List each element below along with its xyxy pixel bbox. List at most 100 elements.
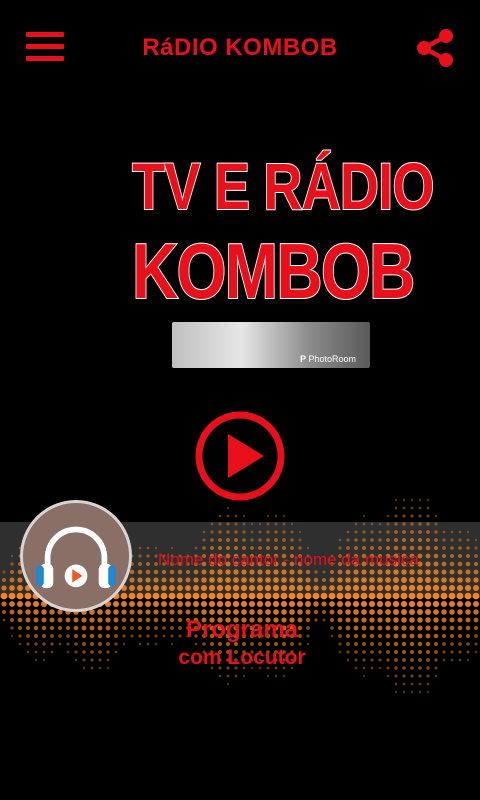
equalizer-dot: [138, 562, 142, 566]
equalizer-dot: [9, 569, 15, 575]
equalizer-dot: [401, 569, 407, 575]
equalizer-dot: [418, 498, 422, 502]
equalizer-dot: [1, 585, 7, 591]
play-button[interactable]: [194, 410, 286, 502]
equalizer-dot: [329, 585, 335, 591]
hamburger-menu-icon[interactable]: [26, 30, 64, 64]
equalizer-dot: [410, 658, 414, 662]
equalizer-dot: [394, 498, 398, 502]
equalizer-dot: [81, 617, 87, 623]
equalizer-dot: [264, 584, 272, 592]
equalizer-dot: [66, 634, 70, 638]
equalizer-dot: [265, 577, 271, 583]
equalizer-dot: [457, 625, 463, 631]
equalizer-dot: [177, 585, 183, 591]
equalizer-dot: [352, 584, 360, 592]
equalizer-dot: [426, 674, 430, 678]
equalizer-dot: [426, 682, 430, 686]
equalizer-dot: [385, 625, 391, 631]
equalizer-dot: [417, 609, 423, 615]
share-icon[interactable]: [414, 27, 456, 69]
equalizer-dot: [392, 592, 400, 600]
track-title: Nome do cantor - nome da musica: [158, 550, 419, 569]
equalizer-dot: [232, 592, 240, 600]
equalizer-dot: [457, 609, 463, 615]
equalizer-dot: [145, 569, 151, 575]
equalizer-dot: [298, 530, 302, 534]
equalizer-dot: [394, 682, 398, 686]
equalizer-dot: [410, 690, 414, 694]
equalizer-dot: [434, 538, 438, 542]
equalizer-dot: [418, 506, 422, 510]
equalizer-dot: [426, 658, 430, 662]
equalizer-dot: [442, 650, 446, 654]
equalizer-dot: [426, 530, 430, 534]
equalizer-dot: [1, 601, 7, 607]
equalizer-dot: [144, 592, 152, 600]
equalizer-dot: [208, 600, 216, 608]
equalizer-dot: [418, 514, 422, 518]
equalizer-dot: [394, 522, 398, 526]
equalizer-dot: [209, 577, 215, 583]
equalizer-dot: [225, 609, 231, 615]
equalizer-dot: [272, 592, 280, 600]
equalizer-dot: [465, 609, 471, 615]
equalizer-dot: [218, 538, 222, 542]
equalizer-dot: [217, 577, 223, 583]
equalizer-dot: [432, 592, 440, 600]
equalizer-dot: [226, 682, 230, 686]
equalizer-dot: [417, 641, 423, 647]
equalizer-dot: [136, 592, 144, 600]
equalizer-dot: [456, 584, 464, 592]
equalizer-dot: [202, 538, 206, 542]
equalizer-dot: [272, 600, 280, 608]
equalizer-dot: [82, 642, 86, 646]
equalizer-dot: [34, 634, 38, 638]
equalizer-dot: [201, 577, 207, 583]
equalizer-dot: [385, 577, 391, 583]
equalizer-dot: [432, 584, 440, 592]
equalizer-dot: [305, 569, 311, 575]
equalizer-dot: [161, 601, 167, 607]
equalizer-dot: [273, 577, 279, 583]
logo-watermark: P PhotoRoom: [300, 354, 356, 364]
equalizer-dot: [457, 553, 463, 559]
equalizer-dot: [321, 577, 327, 583]
equalizer-dot: [313, 585, 319, 591]
equalizer-dot: [194, 546, 198, 550]
equalizer-dot: [474, 554, 478, 558]
equalizer-dot: [50, 642, 54, 646]
equalizer-dot: [290, 530, 294, 534]
equalizer-dot: [417, 537, 423, 543]
equalizer-dot: [354, 530, 358, 534]
equalizer-dot: [0, 592, 8, 600]
equalizer-dot: [464, 584, 472, 592]
app-screen: RáDIO KOMBOB TV E RÁDIO KOMBOB P PhotoRo…: [0, 0, 480, 800]
equalizer-dot: [273, 569, 279, 575]
equalizer-dot: [450, 650, 454, 654]
equalizer-dot: [170, 546, 174, 550]
equalizer-dot: [297, 569, 303, 575]
equalizer-dot: [282, 530, 286, 534]
equalizer-dot: [393, 577, 399, 583]
equalizer-dot: [193, 585, 199, 591]
equalizer-dot: [402, 498, 406, 502]
equalizer-dot: [457, 617, 463, 623]
station-logo: TV E RÁDIO KOMBOB P PhotoRoom: [108, 140, 435, 368]
equalizer-dot: [465, 625, 471, 631]
equalizer-dot: [305, 585, 311, 591]
equalizer-dot: [474, 546, 478, 550]
equalizer-dot: [73, 617, 79, 623]
equalizer-dot: [450, 530, 454, 534]
equalizer-dot: [218, 514, 222, 518]
equalizer-dot: [409, 577, 415, 583]
equalizer-dot: [409, 537, 415, 543]
equalizer-dot: [282, 674, 286, 678]
equalizer-dot: [362, 538, 366, 542]
equalizer-dot: [393, 609, 399, 615]
equalizer-dot: [466, 530, 470, 534]
equalizer-dot: [433, 633, 439, 639]
equalizer-dot: [418, 658, 422, 662]
equalizer-dot: [161, 569, 167, 575]
equalizer-dot: [377, 569, 383, 575]
